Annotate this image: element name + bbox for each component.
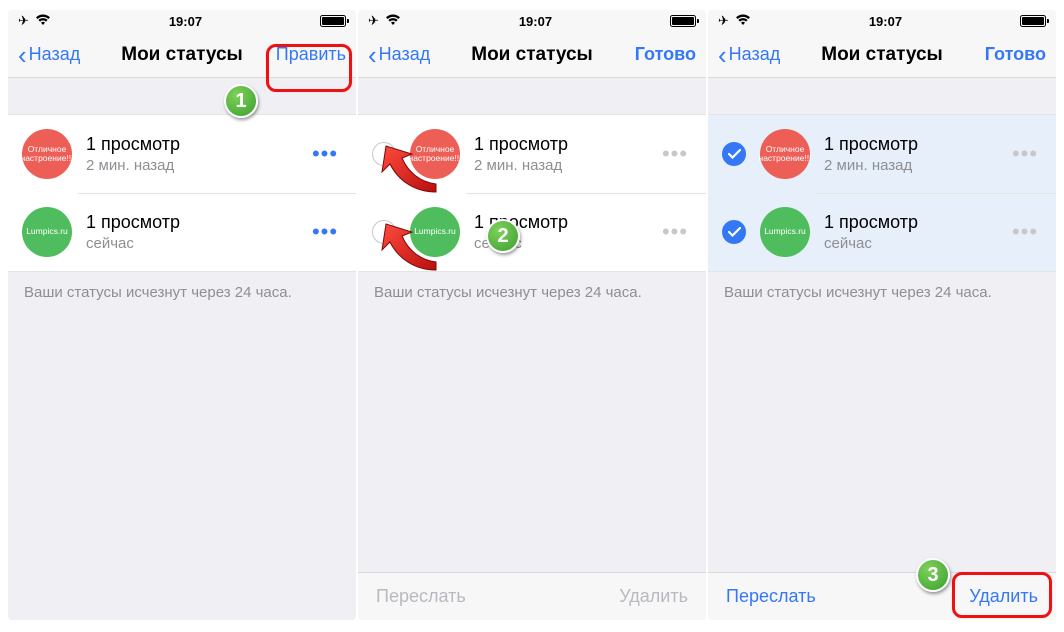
clock: 19:07 (869, 14, 902, 29)
row-subtitle: 2 мин. назад (86, 157, 308, 174)
back-button[interactable]: ‹ Назад (368, 42, 430, 68)
select-radio[interactable] (372, 220, 396, 244)
status-row[interactable]: Отличное настроение!!! 1 просмотр 2 мин.… (708, 115, 1056, 193)
status-row[interactable]: Lumpics.ru 1 просмотр сейчас ••• (358, 193, 706, 271)
status-bar: ✈︎ 19:07 (8, 10, 356, 32)
status-row[interactable]: Отличное настроение!!! 1 просмотр 2 мин.… (358, 115, 706, 193)
wifi-icon (735, 14, 751, 29)
status-list: Отличное настроение!!! 1 просмотр 2 мин.… (358, 114, 706, 272)
forward-button: Переслать (376, 586, 466, 607)
phone-1: ✈︎ 19:07 ‹ Назад Мои статусы Править Отл… (8, 10, 356, 620)
clock: 19:07 (519, 14, 552, 29)
status-bar: ✈︎ 19:07 (358, 10, 706, 32)
phone-3: ✈︎ 19:07 ‹ Назад Мои статусы Готово (708, 10, 1056, 620)
status-row[interactable]: Lumpics.ru 1 просмотр сейчас ••• (8, 193, 356, 271)
done-button[interactable]: Готово (635, 44, 696, 65)
more-button: ••• (658, 141, 692, 167)
content: Отличное настроение!!! 1 просмотр 2 мин.… (8, 78, 356, 620)
done-label: Готово (985, 44, 1046, 65)
row-title: 1 просмотр (86, 134, 308, 155)
status-list: Отличное настроение!!! 1 просмотр 2 мин.… (8, 114, 356, 272)
battery-icon (670, 15, 696, 27)
edit-button[interactable]: Править (276, 44, 346, 65)
wifi-icon (35, 14, 51, 29)
chevron-left-icon: ‹ (368, 42, 377, 68)
page-title: Мои статусы (471, 44, 593, 66)
page-title: Мои статусы (121, 44, 243, 66)
status-bar: ✈︎ 19:07 (708, 10, 1056, 32)
navbar: ‹ Назад Мои статусы Готово (708, 32, 1056, 78)
back-label: Назад (29, 44, 81, 65)
status-row[interactable]: Отличное настроение!!! 1 просмотр 2 мин.… (8, 115, 356, 193)
select-radio[interactable] (722, 142, 746, 166)
row-title: 1 просмотр (824, 134, 1008, 155)
delete-button[interactable]: Удалить (969, 586, 1038, 607)
more-button[interactable]: ••• (308, 141, 342, 167)
row-subtitle: 2 мин. назад (474, 157, 658, 174)
phone-2: ✈︎ 19:07 ‹ Назад Мои статусы Готово (358, 10, 706, 620)
clock: 19:07 (169, 14, 202, 29)
more-button: ••• (1008, 219, 1042, 245)
more-button: ••• (658, 219, 692, 245)
airplane-icon: ✈︎ (718, 13, 729, 29)
row-title: 1 просмотр (86, 212, 308, 233)
avatar: Отличное настроение!!! (22, 129, 72, 179)
done-label: Готово (635, 44, 696, 65)
avatar: Отличное настроение!!! (760, 129, 810, 179)
airplane-icon: ✈︎ (18, 13, 29, 29)
airplane-icon: ✈︎ (368, 13, 379, 29)
footer-note: Ваши статусы исчезнут через 24 часа. (8, 272, 356, 313)
forward-button[interactable]: Переслать (726, 586, 816, 607)
battery-icon (320, 15, 346, 27)
row-subtitle: сейчас (86, 235, 308, 252)
status-row[interactable]: Lumpics.ru 1 просмотр сейчас ••• (708, 193, 1056, 271)
row-subtitle: сейчас (474, 235, 658, 252)
footer-note: Ваши статусы исчезнут через 24 часа. (708, 272, 1056, 313)
avatar: Lumpics.ru (410, 207, 460, 257)
status-list: Отличное настроение!!! 1 просмотр 2 мин.… (708, 114, 1056, 272)
row-subtitle: сейчас (824, 235, 1008, 252)
back-button[interactable]: ‹ Назад (18, 42, 80, 68)
avatar: Отличное настроение!!! (410, 129, 460, 179)
chevron-left-icon: ‹ (718, 42, 727, 68)
edit-label: Править (276, 44, 346, 65)
row-title: 1 просмотр (824, 212, 1008, 233)
avatar: Lumpics.ru (760, 207, 810, 257)
content: Отличное настроение!!! 1 просмотр 2 мин.… (358, 78, 706, 620)
chevron-left-icon: ‹ (18, 42, 27, 68)
delete-button: Удалить (619, 586, 688, 607)
avatar: Lumpics.ru (22, 207, 72, 257)
more-button: ••• (1008, 141, 1042, 167)
bottom-toolbar: Переслать Удалить (358, 572, 706, 620)
select-radio[interactable] (722, 220, 746, 244)
more-button[interactable]: ••• (308, 219, 342, 245)
wifi-icon (385, 14, 401, 29)
done-button[interactable]: Готово (985, 44, 1046, 65)
back-label: Назад (729, 44, 781, 65)
content: Отличное настроение!!! 1 просмотр 2 мин.… (708, 78, 1056, 620)
battery-icon (1020, 15, 1046, 27)
back-button[interactable]: ‹ Назад (718, 42, 780, 68)
navbar: ‹ Назад Мои статусы Готово (358, 32, 706, 78)
row-title: 1 просмотр (474, 134, 658, 155)
row-subtitle: 2 мин. назад (824, 157, 1008, 174)
page-title: Мои статусы (821, 44, 943, 66)
bottom-toolbar: Переслать Удалить (708, 572, 1056, 620)
select-radio[interactable] (372, 142, 396, 166)
footer-note: Ваши статусы исчезнут через 24 часа. (358, 272, 706, 313)
navbar: ‹ Назад Мои статусы Править (8, 32, 356, 78)
back-label: Назад (379, 44, 431, 65)
row-title: 1 просмотр (474, 212, 658, 233)
